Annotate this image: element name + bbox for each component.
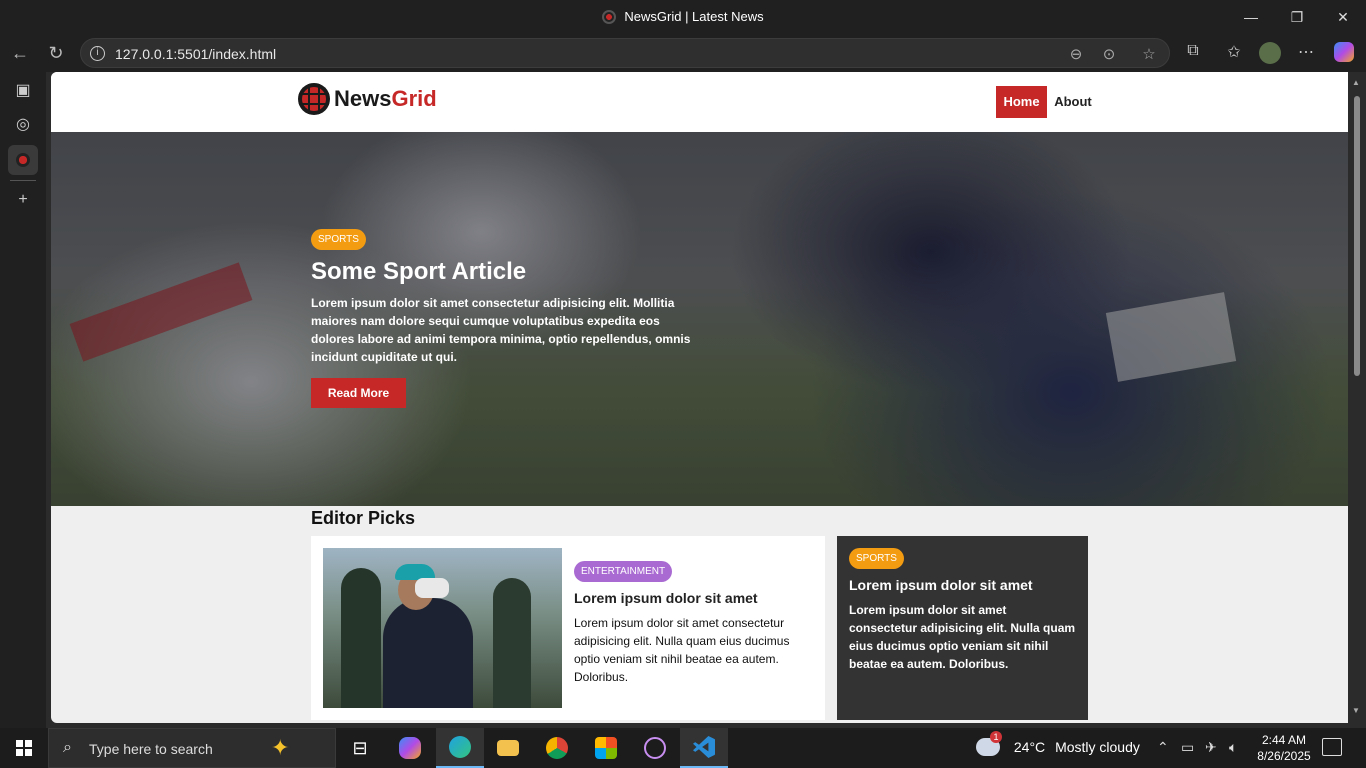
- sports-badge[interactable]: SPORTS: [849, 548, 904, 569]
- page-viewport: NewsGrid Home About SPORTS Some Sport Ar…: [51, 72, 1348, 723]
- profile-avatar[interactable]: [1258, 42, 1282, 64]
- sparkle-icon: ✦: [271, 735, 290, 760]
- weather-badge: 1: [990, 731, 1002, 743]
- volume-icon[interactable]: 🔈︎: [1229, 739, 1237, 756]
- chevron-up-icon[interactable]: ⌃: [1157, 739, 1169, 756]
- read-more-button[interactable]: Read More: [311, 378, 406, 408]
- card-title[interactable]: Lorem ipsum dolor sit amet: [574, 590, 814, 606]
- notification-center-icon[interactable]: [1322, 738, 1342, 756]
- site-header: NewsGrid Home About: [51, 72, 1348, 132]
- file-explorer-icon[interactable]: [484, 728, 532, 768]
- zoom-out-icon[interactable]: ⊖: [1066, 45, 1086, 63]
- card-body: ENTERTAINMENT Lorem ipsum dolor sit amet…: [574, 561, 814, 686]
- editor-pick-card-main[interactable]: ENTERTAINMENT Lorem ipsum dolor sit amet…: [311, 536, 825, 720]
- task-view-icon[interactable]: ⊟: [336, 728, 384, 768]
- scroll-up-icon[interactable]: ▲: [1352, 78, 1360, 87]
- card-text: Lorem ipsum dolor sit amet consectetur a…: [574, 616, 790, 684]
- editor-pick-card-side[interactable]: SPORTS Lorem ipsum dolor sit amet Lorem …: [837, 536, 1088, 720]
- clock-time: 2:44 AM: [1261, 733, 1307, 747]
- hero-category-badge[interactable]: SPORTS: [311, 229, 366, 250]
- refresh-icon[interactable]: ↻: [41, 38, 71, 68]
- hero-banner: SPORTS Some Sport Article Lorem ipsum do…: [51, 132, 1348, 506]
- weather-condition: Mostly cloudy: [1055, 739, 1140, 755]
- vr-article-image[interactable]: [323, 548, 562, 708]
- close-button[interactable]: ✕: [1320, 0, 1366, 34]
- card-text: Lorem ipsum dolor sit amet consectetur a…: [849, 603, 1076, 671]
- more-icon[interactable]: ⋯: [1294, 42, 1318, 64]
- minimize-button[interactable]: —: [1228, 0, 1274, 34]
- reading-icon[interactable]: ⊙: [1099, 45, 1119, 63]
- nav-about-link[interactable]: About: [1051, 86, 1095, 118]
- site-info-icon[interactable]: i: [90, 46, 105, 61]
- chrome-icon[interactable]: [533, 728, 581, 768]
- page-scrollbar[interactable]: ▲ ▼: [1348, 72, 1366, 723]
- newsgrid-tab-icon[interactable]: [8, 145, 38, 175]
- copilot-icon[interactable]: [1332, 42, 1356, 64]
- window-title: NewsGrid | Latest News: [0, 9, 1366, 24]
- start-button[interactable]: [0, 728, 48, 768]
- system-clock[interactable]: 2:44 AM 8/26/2025: [1254, 732, 1314, 764]
- address-url: 127.0.0.1:5501/index.html: [115, 46, 277, 62]
- edge-icon[interactable]: [436, 728, 484, 768]
- taskbar-search[interactable]: ⌕ Type here to search ✦: [48, 728, 336, 768]
- hero-text: Lorem ipsum dolor sit amet consectetur a…: [311, 296, 691, 364]
- airplane-mode-icon[interactable]: ✈: [1205, 739, 1217, 756]
- search-placeholder: Type here to search: [89, 741, 213, 757]
- store-icon[interactable]: [582, 728, 630, 768]
- entertainment-badge[interactable]: ENTERTAINMENT: [574, 561, 673, 582]
- windows-logo-icon: [16, 740, 32, 756]
- add-tab-icon[interactable]: +: [8, 185, 38, 215]
- extensions-icon[interactable]: ⧉: [1181, 42, 1205, 64]
- copilot-app-icon[interactable]: [386, 728, 434, 768]
- windows-taskbar: ⌕ Type here to search ✦ ⊟ 1 24°C Mostly …: [0, 728, 1366, 768]
- search-icon: ⌕: [63, 739, 72, 756]
- scroll-down-icon[interactable]: ▼: [1352, 706, 1360, 715]
- card-title[interactable]: Lorem ipsum dolor sit amet: [849, 577, 1076, 593]
- browser-title-bar: NewsGrid | Latest News — ❐ ✕: [0, 0, 1366, 34]
- newsgrid-favicon-icon: [602, 10, 617, 24]
- hero-title: Some Sport Article: [311, 258, 527, 285]
- tab-actions-icon[interactable]: ▣: [8, 75, 38, 105]
- vscode-icon[interactable]: [680, 728, 728, 768]
- hero-content: SPORTS Some Sport Article Lorem ipsum do…: [311, 229, 701, 408]
- sidebar-divider: [10, 180, 36, 181]
- restore-button[interactable]: ❐: [1274, 0, 1320, 34]
- site-logo[interactable]: NewsGrid: [298, 83, 437, 115]
- vertical-tabs-sidebar: ▣ ◎ +: [0, 72, 46, 728]
- scrollbar-thumb[interactable]: [1354, 96, 1360, 376]
- weather-cloud-icon: 1: [976, 731, 1002, 756]
- globe-logo-icon: [298, 83, 330, 115]
- nav-home-link[interactable]: Home: [996, 86, 1047, 118]
- logo-text: NewsGrid: [334, 86, 437, 111]
- weather-temperature: 24°C: [1013, 739, 1046, 755]
- favorite-star-icon[interactable]: ☆: [1139, 45, 1159, 63]
- battery-icon[interactable]: ▭: [1181, 739, 1194, 756]
- address-toolbar: ← ↻ i 127.0.0.1:5501/index.html ⊖ ⊙ ☆ ⧉ …: [0, 34, 1366, 72]
- editor-picks-heading: Editor Picks: [311, 508, 416, 528]
- clock-date: 8/26/2025: [1257, 749, 1311, 763]
- back-icon[interactable]: ←: [5, 38, 35, 68]
- window-title-text: NewsGrid | Latest News: [624, 9, 764, 24]
- media-player-icon[interactable]: [631, 728, 679, 768]
- weather-widget[interactable]: 1 24°C Mostly cloudy: [976, 731, 1140, 756]
- address-bar[interactable]: i 127.0.0.1:5501/index.html ⊖ ⊙ ☆: [80, 38, 1170, 68]
- globe-icon[interactable]: ◎: [8, 109, 38, 139]
- favorites-icon[interactable]: ✩: [1222, 42, 1246, 64]
